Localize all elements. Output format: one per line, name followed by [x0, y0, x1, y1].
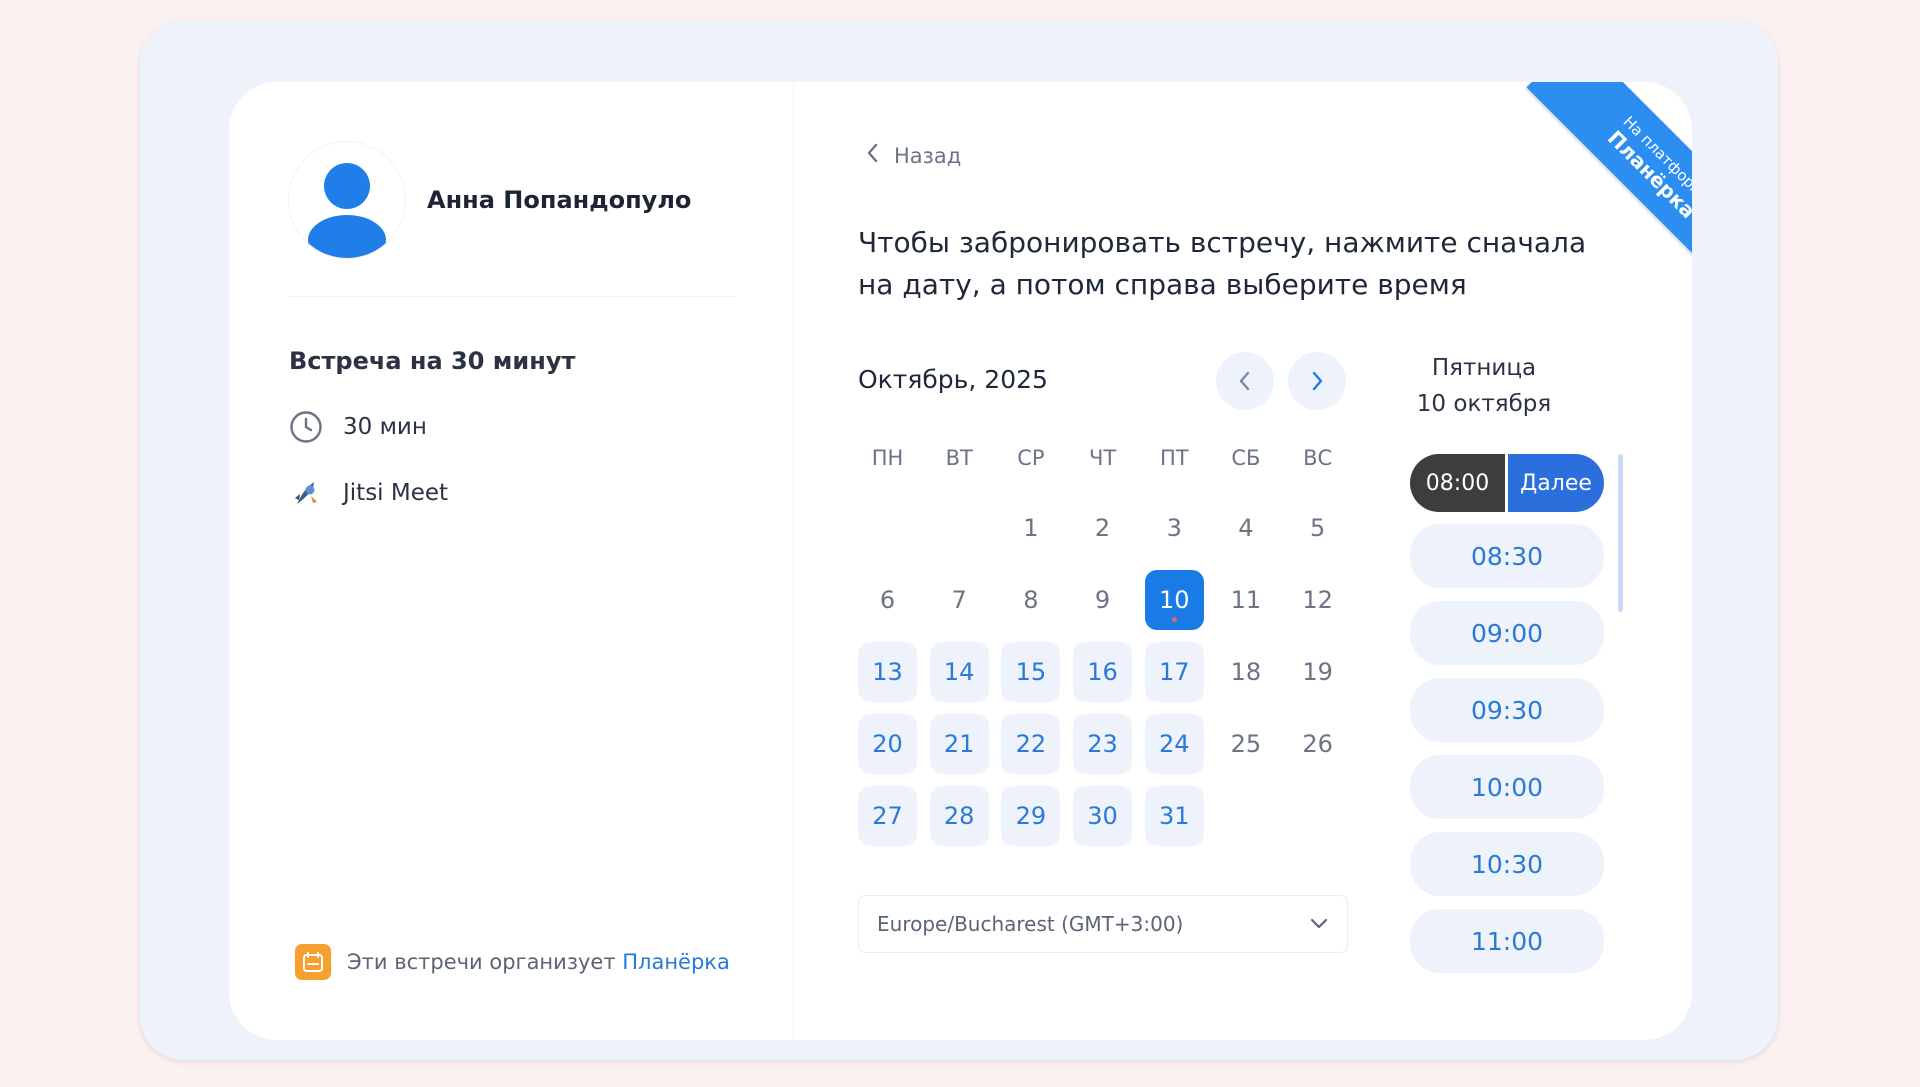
calendar-day-20[interactable]: 20 [858, 714, 917, 774]
calendar-day-31[interactable]: 31 [1144, 786, 1204, 846]
time-slot-button[interactable]: 08:30 [1410, 524, 1604, 588]
event-title: Встреча на 30 минут [289, 347, 576, 375]
time-slot-button[interactable]: 10:30 [1410, 832, 1604, 896]
time-slot-button[interactable]: 09:30 [1410, 678, 1604, 742]
calendar-day-27[interactable]: 27 [858, 786, 917, 846]
calendar-day-4: 4 [1238, 514, 1254, 542]
calendar-day-2: 2 [1094, 514, 1111, 542]
calendar: ПН ВТ СР ЧТ ПТ СБ ВС 1 2 3 4 5 6 7 8 9 10 11 12 13 14 15 16 17… [858, 438, 1358, 846]
ribbon-band: На платформе Планёрка [1526, 82, 1692, 282]
weekday-label: ПТ [1159, 446, 1189, 470]
back-label: Назад [894, 143, 962, 168]
avatar [289, 142, 405, 258]
calendar-day-19: 19 [1302, 658, 1333, 686]
calendar-day-18: 18 [1230, 658, 1262, 686]
platform-ribbon[interactable]: На платформе Планёрка [1492, 82, 1692, 282]
organizer-footer: Эти встречи организует Планёрка [295, 944, 730, 980]
calendar-day-5: 5 [1309, 514, 1326, 542]
selected-date: 10 октября [1416, 391, 1552, 417]
event-duration: 30 мин [289, 410, 427, 444]
event-location: Jitsi Meet [289, 476, 448, 510]
month-label: Октябрь, 2025 [858, 365, 1048, 394]
back-button[interactable]: Назад [864, 142, 961, 169]
organizer-text: Эти встречи организует [347, 950, 616, 974]
calendar-icon [295, 944, 331, 980]
calendar-day-10[interactable]: 10 [1144, 570, 1204, 630]
next-month-button[interactable] [1288, 352, 1346, 410]
calendar-day-1: 1 [1023, 514, 1039, 542]
calendar-day-12: 12 [1302, 586, 1333, 614]
duration-label: 30 мин [343, 414, 427, 440]
calendar-day-24[interactable]: 24 [1144, 714, 1204, 774]
calendar-day-29[interactable]: 29 [1001, 786, 1061, 846]
calendar-day-14[interactable]: 14 [929, 642, 989, 702]
weekday-label: ЧТ [1088, 446, 1117, 470]
chevron-left-icon [864, 142, 882, 169]
next-button[interactable]: Далее [1508, 454, 1604, 512]
calendar-days: 1 2 3 4 5 6 7 8 9 10 11 12 13 14 15 16 17 18 19 20 21 22 23 24 2… [858, 498, 1358, 846]
selected-day-header: Пятница 10 октября [1399, 350, 1569, 422]
calendar-day-28[interactable]: 28 [929, 786, 989, 846]
divider [289, 296, 735, 297]
calendar-day-21[interactable]: 21 [929, 714, 989, 774]
calendar-day-25: 25 [1230, 730, 1262, 758]
weekday-label: ПН [871, 446, 904, 470]
location-label: Jitsi Meet [343, 480, 449, 506]
weekday-label: ВС [1303, 446, 1333, 470]
chevron-left-icon [1239, 371, 1250, 391]
time-slot-button[interactable]: 10:00 [1410, 755, 1604, 819]
timezone-value: Europe/Bucharest (GMT+3:00) [877, 912, 1184, 936]
weekday-label: ВТ [945, 446, 973, 470]
selected-time[interactable]: 08:00 [1410, 454, 1505, 512]
calendar-day-13[interactable]: 13 [858, 642, 917, 702]
calendar-day-3: 3 [1166, 514, 1182, 542]
weekday-label: СР [1017, 446, 1045, 470]
timezone-select[interactable]: Europe/Bucharest (GMT+3:00) [858, 895, 1348, 953]
calendar-day-16[interactable]: 16 [1073, 642, 1133, 702]
calendar-day-11: 11 [1230, 586, 1262, 614]
weekday-header: ПН ВТ СР ЧТ ПТ СБ ВС [858, 438, 1358, 478]
calendar-day-30[interactable]: 30 [1073, 786, 1133, 846]
clock-icon [289, 410, 323, 444]
organizer-name: Анна Попандопуло [427, 186, 692, 214]
time-slots: 08:00 Далее 08:30 09:00 09:30 10:00 10:30 11:… [1410, 454, 1604, 986]
calendar-day-15[interactable]: 15 [1001, 642, 1061, 702]
calendar-day-22[interactable]: 22 [1001, 714, 1061, 774]
chevron-down-icon [1309, 912, 1329, 936]
calendar-day-26: 26 [1302, 730, 1333, 758]
calendar-day-9: 9 [1094, 586, 1111, 614]
selected-time-slot: 08:00 Далее [1410, 454, 1604, 512]
organizer-link[interactable]: Планёрка [622, 950, 730, 974]
calendar-day-6: 6 [879, 586, 896, 614]
jitsi-icon [289, 476, 323, 510]
selected-weekday: Пятница [1431, 355, 1537, 381]
user-icon [308, 163, 386, 258]
calendar-day-7: 7 [951, 586, 967, 614]
weekday-label: СБ [1231, 446, 1261, 470]
event-info-panel: Анна Попандопуло Встреча на 30 минут 30 … [229, 82, 794, 1040]
time-slot-button[interactable]: 11:00 [1410, 909, 1604, 973]
time-slot-button[interactable]: 09:00 [1410, 601, 1604, 665]
calendar-empty-cell [930, 498, 989, 558]
calendar-day-8: 8 [1023, 586, 1039, 614]
calendar-empty-cell [858, 498, 917, 558]
calendar-day-23[interactable]: 23 [1073, 714, 1133, 774]
slots-scrollbar[interactable] [1618, 454, 1623, 612]
booking-card: Анна Попандопуло Встреча на 30 минут 30 … [229, 82, 1692, 1040]
chevron-right-icon [1312, 371, 1323, 391]
calendar-day-17[interactable]: 17 [1144, 642, 1204, 702]
previous-month-button[interactable] [1216, 352, 1274, 410]
